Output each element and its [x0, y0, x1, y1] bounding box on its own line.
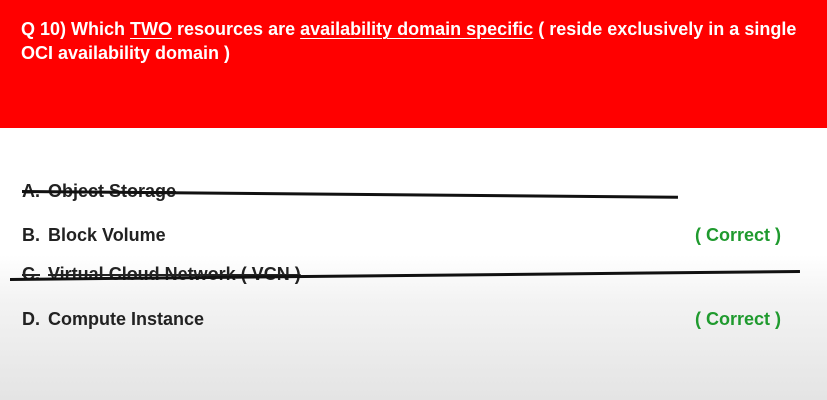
option-d: D. Compute Instance — [22, 309, 204, 330]
question-prefix: Q 10) Which — [21, 19, 131, 39]
option-d-correct-label: ( Correct ) — [695, 309, 782, 329]
option-b-correct-label: ( Correct ) — [695, 225, 782, 245]
option-d-letter: D. — [22, 309, 40, 329]
option-c-text: Virtual Cloud Network ( VCN ) — [48, 264, 301, 284]
question-emphasis-topic: availability domain specific — [300, 19, 534, 39]
option-b-text: Block Volume — [48, 225, 166, 245]
question-middle: resources are — [172, 19, 301, 39]
question-text: Q 10) Which TWO resources are availabili… — [21, 17, 811, 65]
option-c-letter: C. — [22, 264, 40, 284]
option-b: B. Block Volume — [22, 225, 166, 246]
option-d-text: Compute Instance — [48, 309, 205, 329]
option-b-letter: B. — [22, 225, 40, 245]
question-emphasis-two: TWO — [130, 19, 173, 39]
